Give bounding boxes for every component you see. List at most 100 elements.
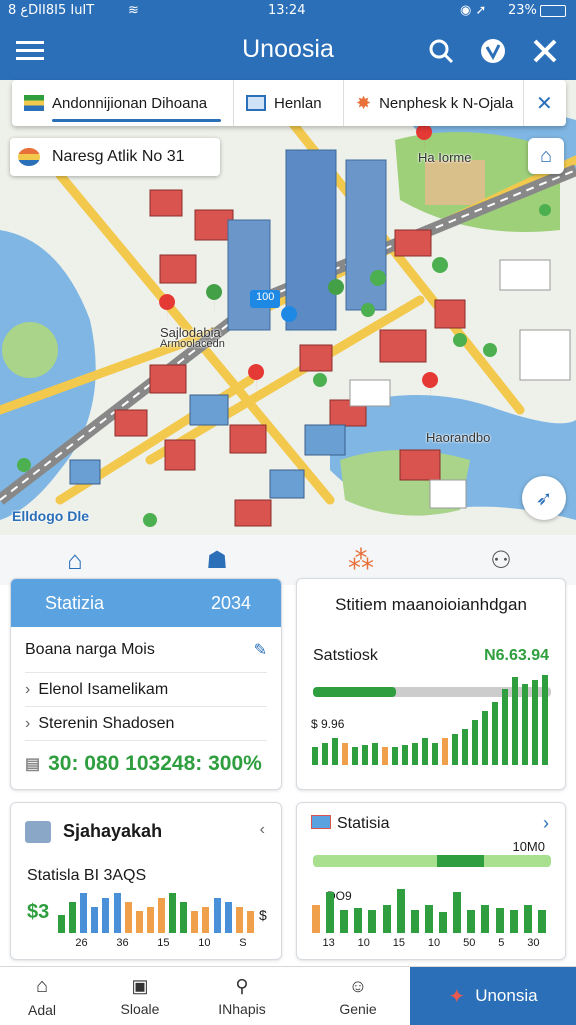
tools-icon[interactable]: ✕	[524, 80, 564, 126]
chevron-right-icon[interactable]: ›	[543, 813, 549, 834]
chart-bar	[135, 911, 143, 933]
chart-bar	[124, 902, 132, 933]
chart-bar	[322, 742, 328, 765]
tick-label: 15	[392, 937, 406, 949]
layers-icon[interactable]: ⌂	[528, 138, 564, 174]
person-icon: ☺	[348, 975, 368, 996]
chart-bar	[382, 747, 388, 765]
group-icon[interactable]: ⚇	[486, 545, 516, 575]
card-title: Statisia	[337, 815, 390, 832]
card-title: Statizia	[45, 592, 105, 613]
tick-label: 5	[498, 937, 505, 949]
chart-bar	[402, 745, 408, 765]
chart-bar	[102, 897, 110, 933]
card-value: 10M0	[512, 839, 545, 854]
card-title: Stitiem maanoioianhdgan	[335, 595, 527, 614]
chart-bar	[169, 893, 177, 933]
bar-chart	[311, 675, 551, 765]
progress-fill	[436, 855, 485, 867]
chart-bar	[312, 747, 318, 765]
nav-home[interactable]: ⌂ Adal	[0, 967, 84, 1025]
nav-maps[interactable]: ⚲ INhapis	[200, 967, 284, 1025]
map-tab-bar: Andonnijionan Dihoana Henlan ✸ Nenphesk …	[12, 80, 566, 126]
search-icon[interactable]	[426, 36, 456, 66]
chart-bar	[424, 905, 433, 933]
tab-henlan[interactable]: Henlan	[234, 80, 344, 126]
map-label: Haorandbo	[426, 430, 491, 445]
flag-icon	[18, 148, 40, 166]
chart-bar	[342, 742, 348, 765]
chart-bar	[340, 910, 349, 933]
chart-card: Stitiem maanoioianhdgan Satstiosk N6.63.…	[296, 578, 566, 790]
tick-label: 10	[357, 937, 370, 949]
chart-bar	[410, 910, 419, 933]
search-icon: ⚲	[235, 975, 249, 996]
chart-label: Satstiosk	[313, 647, 378, 664]
navigate-icon[interactable]: ➶	[522, 476, 566, 520]
status-time: 13:24	[268, 3, 306, 18]
map-badge: 100	[256, 291, 275, 303]
money-icon: ▤	[25, 756, 41, 773]
nav-profile[interactable]: ☺ Genie	[316, 967, 400, 1025]
location-chip[interactable]: Naresg Atlik No 31	[10, 138, 220, 176]
chart-bar	[412, 742, 418, 765]
tab-nenphesk[interactable]: ✸ Nenphesk k N-Ojala	[344, 80, 524, 126]
tick-label: 26	[75, 937, 88, 949]
compass-icon[interactable]	[478, 36, 508, 66]
edit-icon[interactable]: ✎	[254, 640, 267, 660]
chart-bar	[512, 676, 518, 765]
battery-icon	[540, 5, 566, 17]
status-battery: 23%	[508, 3, 537, 18]
nav-label: INhapis	[218, 1000, 266, 1017]
chart-bar	[326, 891, 335, 933]
chart-icon	[25, 821, 51, 843]
chart-bar	[372, 742, 378, 765]
chart-bar	[146, 906, 154, 933]
chart-bar	[235, 906, 243, 933]
chart-bar	[537, 910, 546, 933]
nav-label: Sloale	[120, 1000, 160, 1017]
chart-bar	[354, 907, 363, 933]
star-icon: ✸	[356, 92, 372, 113]
tick-label: 15	[157, 937, 170, 949]
chart-bar	[502, 688, 508, 765]
card-year: 2034	[210, 592, 251, 613]
tab-label: Nenphesk k N-Ojala	[379, 94, 514, 112]
chevron-right-icon: ›	[25, 680, 31, 698]
people-icon[interactable]: ☗	[200, 545, 234, 575]
chevron-left-icon[interactable]: ‹	[260, 821, 265, 839]
chart-bar	[509, 910, 518, 933]
chart-bar	[532, 679, 538, 765]
share-icon[interactable]: ⁂	[346, 545, 376, 575]
tools-icon[interactable]	[530, 36, 560, 66]
list-item[interactable]: › Elenol Isamelikam	[25, 673, 267, 707]
list-item[interactable]: Boana narga Mois ✎	[25, 627, 267, 673]
building-icon[interactable]: ⌂	[60, 545, 90, 575]
tab-label: Andonnijionan Dihoana	[52, 94, 208, 112]
tick-label: 50	[463, 937, 476, 949]
row-label: Elenol Isamelikam	[38, 680, 169, 698]
chart-bar	[522, 684, 528, 765]
tab-directions[interactable]: Andonnijionan Dihoana	[12, 80, 234, 126]
chart-bar	[442, 738, 448, 765]
chart-bar	[462, 729, 468, 765]
row-label: Sterenin Shadosen	[38, 714, 175, 732]
home-icon: ⌂	[35, 974, 49, 997]
chart-bar	[523, 905, 532, 933]
nav-app[interactable]: ✦ Unonsia	[410, 967, 576, 1025]
chart-bar	[481, 905, 490, 933]
chart-bar	[246, 911, 254, 933]
map-icon	[246, 95, 266, 111]
chart-bar	[180, 902, 188, 933]
chart-bar	[392, 747, 398, 765]
tick-label: 10	[427, 937, 441, 949]
nav-label: Adal	[27, 1001, 57, 1018]
bar-chart	[311, 887, 551, 933]
nav-schedule[interactable]: ▣ Sloale	[98, 967, 182, 1025]
list-item[interactable]: › Sterenin Shadosen	[25, 707, 267, 741]
chart-bar	[396, 889, 405, 933]
wifi-icon: ≋	[128, 3, 139, 18]
chart-bar	[452, 733, 458, 765]
stats-summary: ▤ 30: 080 103248: 300%	[25, 741, 267, 787]
location-icon: ◉ ➚	[460, 3, 487, 18]
